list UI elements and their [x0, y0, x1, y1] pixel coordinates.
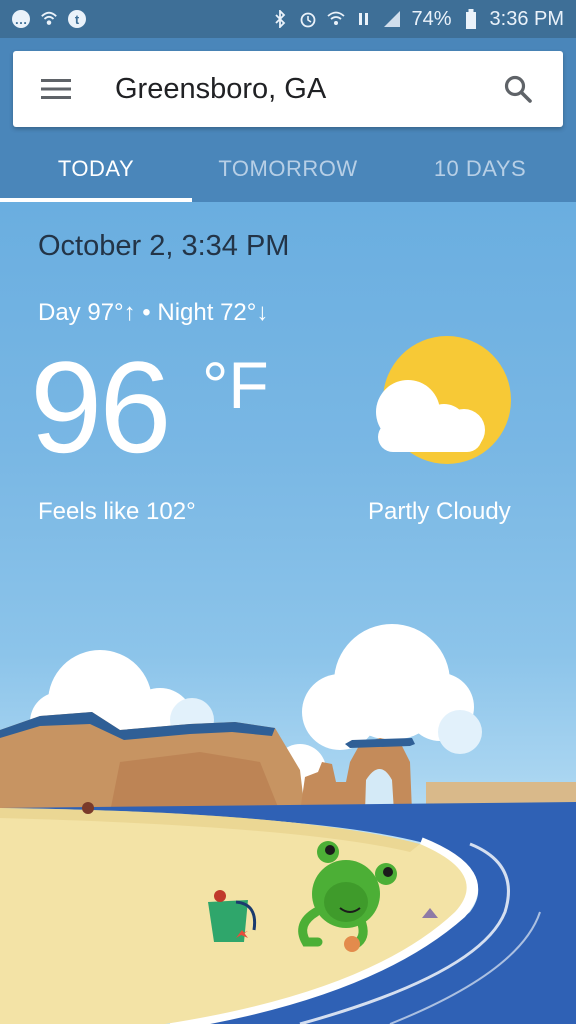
clock: 3:36 PM	[489, 7, 564, 30]
tab-tomorrow[interactable]: TOMORROW	[192, 136, 384, 202]
wifi-call-icon	[40, 10, 58, 28]
menu-button[interactable]	[13, 51, 99, 127]
signal-icon	[383, 10, 401, 28]
alarm-icon	[299, 10, 317, 28]
app-bar: Greensboro, GA TODAY TOMORROW 10 DAYS	[0, 38, 576, 202]
status-right-icons: 74% 3:36 PM	[271, 8, 564, 31]
tab-10-days[interactable]: 10 DAYS	[384, 136, 576, 202]
feels-like: Feels like 102°	[38, 498, 196, 525]
search-bar[interactable]: Greensboro, GA	[13, 51, 563, 127]
day-night-temps: Day 97°↑ • Night 72°↓	[38, 299, 269, 326]
current-temperature: 96	[30, 334, 172, 480]
hamburger-menu-icon	[41, 79, 71, 99]
lte-icon	[355, 10, 373, 28]
tab-bar: TODAY TOMORROW 10 DAYS	[0, 136, 576, 202]
bluetooth-icon	[271, 10, 289, 28]
wifi-icon	[327, 10, 346, 28]
chat-icon: …	[12, 10, 30, 28]
temperature-unit: °F	[202, 348, 269, 422]
status-left-icons: … t	[12, 10, 86, 28]
battery-icon	[462, 9, 480, 29]
beach-illustration	[0, 624, 576, 1024]
tab-today[interactable]: TODAY	[0, 136, 192, 202]
condition-text: Partly Cloudy	[368, 498, 511, 525]
search-icon	[504, 75, 532, 103]
location-text[interactable]: Greensboro, GA	[99, 73, 473, 106]
battery-percent: 74%	[411, 7, 452, 30]
tumblr-icon: t	[68, 10, 86, 28]
observation-datetime: October 2, 3:34 PM	[38, 230, 290, 262]
search-button[interactable]	[473, 51, 563, 127]
partly-cloudy-icon	[376, 336, 511, 464]
status-bar: … t 74% 3:36 PM	[0, 0, 576, 38]
weather-panel: October 2, 3:34 PM Day 97°↑ • Night 72°↓…	[0, 202, 576, 1024]
